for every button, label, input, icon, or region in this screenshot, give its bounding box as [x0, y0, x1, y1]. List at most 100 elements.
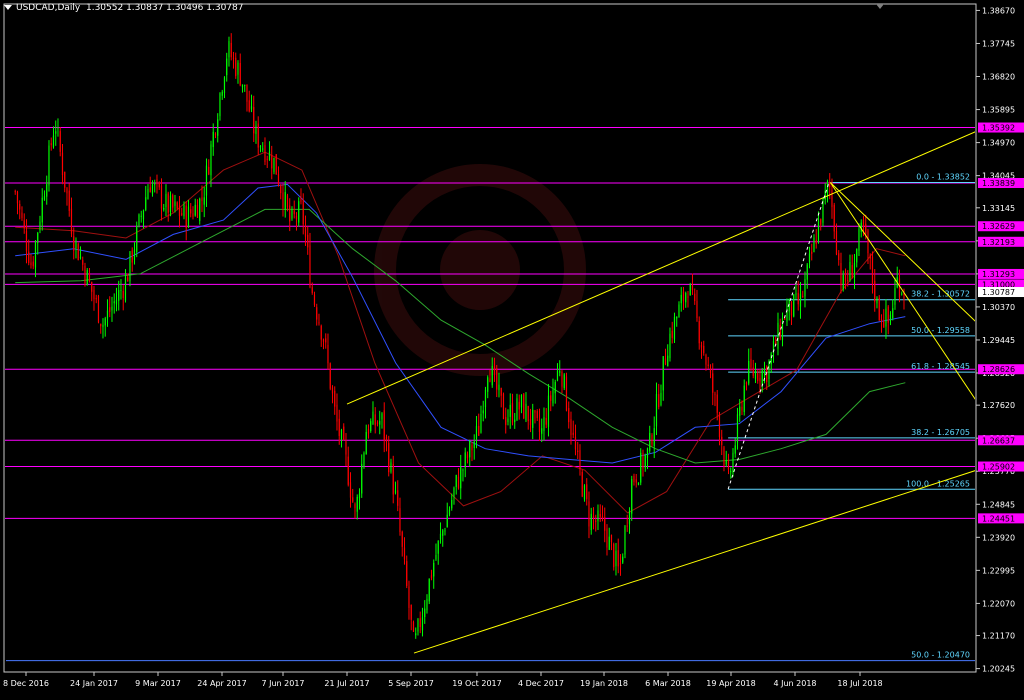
candle-body	[543, 417, 545, 432]
candle-body	[73, 236, 75, 251]
candle-body	[770, 353, 772, 365]
candle-body	[574, 436, 577, 450]
candle-body	[318, 322, 320, 324]
time-tick-label: 9 Mar 2017	[135, 679, 181, 688]
time-tick-label: 24 Jan 2017	[70, 679, 118, 688]
candle-body	[356, 496, 358, 512]
candle-body	[570, 419, 572, 436]
candle-body	[138, 214, 140, 226]
candle-body	[21, 212, 23, 218]
time-tick-label: 18 Jul 2018	[837, 679, 882, 688]
candle-body	[502, 393, 505, 420]
candle-body	[583, 485, 586, 500]
candle-body	[374, 414, 376, 426]
candle-body	[232, 57, 235, 59]
candle-body	[349, 482, 352, 498]
candle-body	[113, 301, 115, 304]
time-tick-label: 19 Apr 2018	[706, 679, 755, 688]
candle-body	[460, 466, 462, 489]
candle-body	[559, 370, 561, 373]
candle-body	[842, 274, 844, 290]
candle-body	[104, 318, 106, 326]
candle-body	[507, 418, 509, 423]
candle-body	[640, 452, 642, 483]
candle-body	[581, 472, 583, 497]
candle-body	[795, 293, 797, 295]
candle-body	[226, 58, 228, 76]
level-label: 1.31293	[982, 270, 1015, 279]
candle-body	[808, 253, 811, 262]
candle-body	[597, 510, 599, 522]
candle-body	[811, 251, 813, 254]
candle-body	[651, 435, 653, 445]
candle-body	[838, 253, 840, 260]
candle-body	[655, 393, 658, 427]
candle-body	[518, 401, 520, 410]
candle-body	[536, 410, 538, 418]
candle-body	[500, 388, 502, 396]
candle-body	[662, 356, 664, 391]
candle-body	[302, 200, 304, 225]
candle-body	[25, 230, 28, 252]
candle-body	[55, 131, 57, 134]
candle-body	[520, 395, 523, 408]
candle-body	[610, 534, 613, 543]
candle-body	[779, 324, 781, 339]
candle-body	[322, 339, 325, 342]
candle-body	[820, 219, 822, 225]
candle-body	[273, 157, 275, 172]
level-label: 1.33839	[982, 179, 1015, 188]
candle-body	[361, 463, 363, 494]
price-chart[interactable]: 0.0 - 1.33852 38.2 - 1.30572 50.0 - 1.2955…	[0, 0, 1024, 696]
candle-body	[88, 273, 91, 282]
candle-body	[136, 225, 138, 252]
candle-body	[466, 454, 469, 459]
candle-body	[437, 540, 439, 554]
candle-body	[676, 316, 678, 319]
candle-body	[858, 228, 860, 251]
candle-body	[556, 370, 559, 381]
candle-body	[34, 241, 37, 268]
candle-body	[145, 197, 147, 210]
candle-body	[385, 436, 388, 442]
candle-body	[338, 418, 340, 436]
candle-body	[399, 508, 401, 533]
candle-body	[633, 476, 635, 483]
symbol-header: USDCAD,Daily 1.30552 1.30837 1.30496 1.3…	[4, 3, 243, 13]
candle-body	[14, 191, 16, 193]
candle-body	[849, 261, 851, 281]
candle-body	[255, 125, 257, 134]
candle-body	[741, 406, 743, 411]
candle-body	[637, 482, 640, 485]
candle-body	[291, 209, 293, 219]
candle-body	[271, 155, 273, 169]
ohlc-low: 1.30496	[166, 3, 204, 13]
candle-body	[856, 248, 858, 263]
candle-body	[514, 419, 516, 423]
candle-body	[284, 192, 286, 210]
candle-body	[419, 618, 421, 628]
candle-body	[617, 550, 619, 567]
dropdown-triangle-icon[interactable]	[4, 5, 12, 10]
candle-body	[757, 373, 759, 381]
price-tick-label: 1.21170	[982, 632, 1015, 641]
candle-body	[725, 460, 727, 465]
candle-body	[48, 145, 50, 186]
candle-body	[394, 490, 397, 493]
level-label: 1.24451	[982, 514, 1015, 523]
candle-body	[39, 221, 41, 231]
candle-body	[379, 420, 381, 425]
candle-body	[383, 410, 385, 441]
candle-body	[181, 213, 183, 216]
fib-label: 50.0 - 1.29558	[911, 326, 970, 335]
candle-body	[804, 279, 806, 297]
candle-body	[19, 203, 21, 210]
candle-body	[889, 314, 892, 321]
candle-body	[16, 191, 19, 204]
candle-body	[754, 370, 757, 379]
time-tick-label: 19 Oct 2017	[452, 679, 501, 688]
candle-body	[142, 210, 145, 220]
candle-body	[244, 84, 246, 86]
chart-canvas[interactable]: 0.0 - 1.33852 38.2 - 1.30572 50.0 - 1.2955…	[0, 0, 1024, 696]
candle-body	[327, 344, 329, 364]
